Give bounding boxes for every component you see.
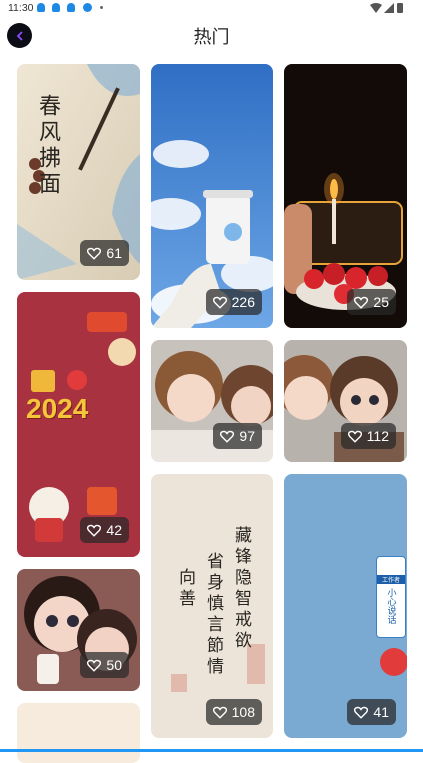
wallpaper-card[interactable]: 藏锋隐智戒欲 省身慎言節情 向善 108 (151, 474, 273, 738)
wallpaper-card[interactable]: 25 (284, 64, 407, 328)
like-badge[interactable]: 41 (347, 699, 396, 725)
heart-icon (213, 706, 227, 719)
like-badge[interactable]: 42 (80, 517, 129, 543)
status-bar: 11:30 (0, 0, 423, 18)
wallpaper-card[interactable] (17, 703, 140, 763)
wallpaper-card[interactable]: 112 (284, 340, 407, 462)
wallpaper-card[interactable]: 2024 42 (17, 292, 140, 557)
like-badge[interactable]: 61 (80, 240, 129, 266)
like-count: 97 (239, 428, 255, 444)
heart-icon (87, 247, 101, 260)
notification-icon (37, 3, 45, 12)
calligraphy-text: 春风拂面 (31, 94, 63, 198)
like-badge[interactable]: 97 (213, 423, 262, 449)
heart-icon (87, 659, 101, 672)
cartoon-sign-figure: 工作者 小心说话 (376, 556, 406, 638)
signal-icon (384, 3, 394, 13)
download-icon (83, 3, 92, 12)
like-badge[interactable]: 112 (341, 423, 396, 449)
more-notifications-icon (100, 6, 103, 9)
heart-icon (348, 430, 362, 443)
wifi-icon (370, 3, 382, 13)
like-count: 108 (232, 704, 255, 720)
like-count: 50 (106, 657, 122, 673)
like-count: 41 (373, 704, 389, 720)
header: 热门 (0, 18, 423, 52)
wallpaper-card[interactable]: 工作者 小心说话 41 (284, 474, 407, 738)
heart-icon (87, 524, 101, 537)
wallpaper-card[interactable]: 226 (151, 64, 273, 328)
heart-icon (220, 430, 234, 443)
heart-icon (354, 706, 368, 719)
like-count: 112 (367, 428, 389, 444)
calligraphy-line-2: 省身慎言節情 (201, 552, 226, 678)
year-text: 2024 (26, 393, 88, 425)
notification-icon (67, 3, 75, 12)
like-badge[interactable]: 50 (80, 652, 129, 678)
like-count: 25 (373, 294, 389, 310)
heart-icon (213, 296, 227, 309)
like-badge[interactable]: 108 (206, 699, 262, 725)
like-count: 42 (106, 522, 122, 538)
wallpaper-card[interactable]: 春风拂面 61 (17, 64, 140, 280)
page-title: 热门 (0, 23, 423, 49)
wallpaper-card[interactable]: 97 (151, 340, 273, 462)
status-time: 11:30 (8, 2, 34, 14)
like-count: 61 (106, 245, 122, 261)
like-badge[interactable]: 226 (206, 289, 262, 315)
like-count: 226 (232, 294, 255, 310)
calligraphy-line-3: 向善 (173, 568, 198, 610)
notification-icon (52, 3, 60, 12)
worker-badge: 工作者 (377, 575, 405, 584)
wallpaper-image (17, 703, 140, 763)
sign-text: 小心说话 (385, 588, 398, 624)
heart-icon (354, 296, 368, 309)
battery-icon (397, 3, 403, 13)
wallpaper-card[interactable]: 50 (17, 569, 140, 691)
calligraphy-line-1: 藏锋隐智戒欲 (229, 526, 254, 652)
like-badge[interactable]: 25 (347, 289, 396, 315)
